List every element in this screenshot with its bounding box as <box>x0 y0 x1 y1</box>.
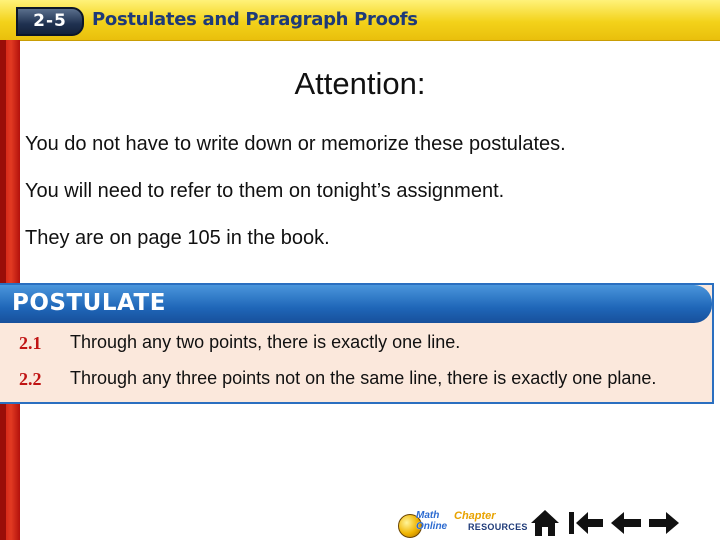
slide-navigation: Math Online Chapter RESOURCES <box>390 504 720 540</box>
chapter-label: Chapter <box>454 510 496 522</box>
math-online-label: Math Online <box>416 510 447 532</box>
math-online-button[interactable]: Math Online <box>398 508 447 538</box>
postulate-item: 2.2 Through any three points not on the … <box>0 365 712 393</box>
postulate-header: POSTULATE <box>0 285 712 323</box>
first-slide-icon <box>569 512 603 534</box>
previous-slide-icon <box>611 512 641 534</box>
first-slide-button[interactable] <box>568 508 603 538</box>
next-slide-button[interactable] <box>648 508 679 538</box>
resources-label: RESOURCES <box>468 522 528 532</box>
slide-header: 2-5 Postulates and Paragraph Proofs <box>0 0 720 41</box>
slide-heading: Attention: <box>294 66 426 101</box>
math-online-line1: Math <box>416 510 440 521</box>
postulate-title: POSTULATE <box>12 290 166 316</box>
next-slide-icon <box>649 512 679 534</box>
paragraph-1: You do not have to write down or memoriz… <box>25 133 566 155</box>
postulate-item: 2.1 Through any two points, there is exa… <box>0 329 712 357</box>
paragraph-2: You will need to refer to them on tonigh… <box>25 180 505 202</box>
postulate-text: Through any three points not on the same… <box>70 368 657 388</box>
math-online-line2: Online <box>416 521 448 532</box>
paragraph-3: They are on page 105 in the book. <box>25 227 330 249</box>
home-icon <box>531 510 559 536</box>
chapter-resources-button[interactable]: Chapter RESOURCES <box>454 510 527 538</box>
postulate-number: 2.1 <box>19 333 42 353</box>
previous-slide-button[interactable] <box>610 508 641 538</box>
postulate-number: 2.2 <box>19 369 42 389</box>
postulate-text: Through any two points, there is exactly… <box>70 332 461 352</box>
home-button[interactable] <box>530 508 560 538</box>
lesson-title: Postulates and Paragraph Proofs <box>92 9 418 30</box>
postulate-box: POSTULATE 2.1 Through any two points, th… <box>0 283 714 404</box>
lesson-number-badge: 2-5 <box>16 7 84 36</box>
